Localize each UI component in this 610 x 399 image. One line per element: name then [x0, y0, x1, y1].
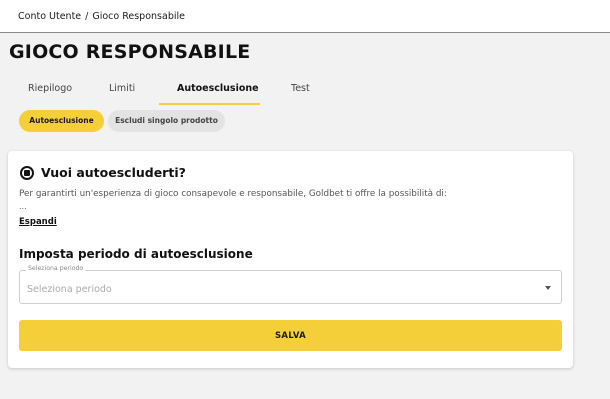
- description-ellipsis: ...: [19, 202, 27, 211]
- period-select-placeholder: Seleziona periodo: [27, 284, 112, 295]
- breadcrumb-current: Gioco Responsabile: [92, 11, 185, 22]
- breadcrumb: Conto Utente / Gioco Responsabile: [0, 0, 610, 33]
- tab-test[interactable]: Test: [260, 79, 340, 105]
- card-description: Per garantirti un'esperienza di gioco co…: [19, 189, 447, 199]
- dropdown-arrow-icon: [545, 286, 551, 290]
- tab-riepilogo[interactable]: Riepilogo: [10, 79, 90, 105]
- breadcrumb-link-conto-utente[interactable]: Conto Utente: [18, 11, 81, 22]
- page-title: GIOCO RESPONSABILE: [9, 41, 251, 63]
- period-select[interactable]: Seleziona periodo Seleziona periodo: [19, 265, 562, 304]
- card-heading: Vuoi autoescluderti?: [20, 165, 186, 180]
- self-exclusion-card: Vuoi autoescluderti? Per garantirti un'e…: [8, 151, 573, 368]
- pill-autoesclusione[interactable]: Autoesclusione: [19, 110, 104, 132]
- expand-link[interactable]: Espandi: [19, 217, 57, 227]
- period-section-title: Imposta periodo di autoesclusione: [19, 247, 253, 261]
- sub-tab-pills: Autoesclusione Escludi singolo prodotto: [19, 110, 225, 132]
- save-button[interactable]: SALVA: [19, 320, 562, 351]
- page: Conto Utente / Gioco Responsabile GIOCO RE…: [0, 0, 610, 399]
- period-select-label: Seleziona periodo: [26, 265, 86, 272]
- breadcrumb-separator: /: [85, 11, 89, 22]
- tab-autoesclusione[interactable]: Autoesclusione: [159, 79, 260, 105]
- tab-limiti[interactable]: Limiti: [90, 79, 159, 105]
- stop-circle-icon: [20, 165, 34, 180]
- pill-escludi-singolo-prodotto[interactable]: Escludi singolo prodotto: [108, 110, 225, 132]
- tab-bar: Riepilogo Limiti Autoesclusione Test: [10, 79, 340, 107]
- card-heading-text: Vuoi autoescluderti?: [41, 165, 186, 180]
